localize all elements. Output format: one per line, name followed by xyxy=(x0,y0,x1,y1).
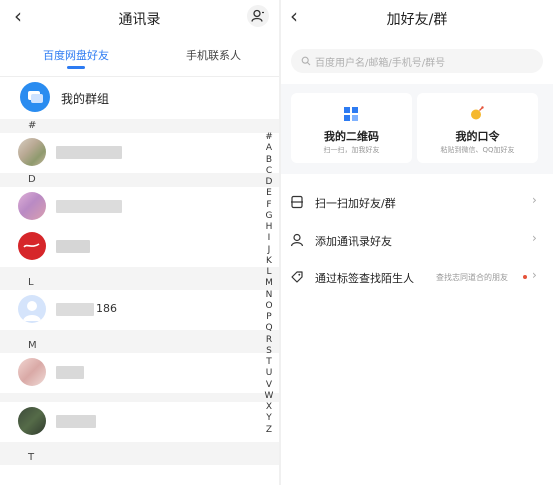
option-label: 通过标签查找陌生人 xyxy=(315,272,414,285)
section-header-hash: # xyxy=(0,119,279,133)
spacer xyxy=(0,393,279,402)
contact-name-redacted xyxy=(56,240,90,253)
contact-name-redacted xyxy=(56,146,122,159)
find-by-tag-row[interactable]: 通过标签查找陌生人 查找志同道合的朋友 › xyxy=(281,257,553,297)
option-label: 扫一扫加好友/群 xyxy=(315,197,396,210)
index-letter[interactable]: W xyxy=(262,391,276,402)
qr-code-icon xyxy=(344,107,358,121)
index-letter[interactable]: S xyxy=(262,346,276,357)
search-icon xyxy=(301,56,311,66)
index-letter[interactable]: N xyxy=(262,290,276,301)
contact-row[interactable] xyxy=(0,353,279,393)
search-input[interactable]: 百度用户名/邮箱/手机号/群号 xyxy=(291,49,543,73)
index-letter[interactable]: V xyxy=(262,380,276,391)
section-header-m: M xyxy=(0,339,279,353)
page-title: 加好友/群 xyxy=(386,12,448,28)
section-header-t: T xyxy=(0,451,279,465)
person-add-icon xyxy=(290,233,304,247)
tab-baidu-friends[interactable]: 百度网盘好友 xyxy=(43,47,109,63)
index-letter[interactable]: E xyxy=(262,188,276,199)
avatar xyxy=(18,232,46,260)
index-letter[interactable]: C xyxy=(262,166,276,177)
tab-phone-contacts[interactable]: 手机联系人 xyxy=(186,47,241,63)
index-letter[interactable]: K xyxy=(262,256,276,267)
alphabet-index[interactable]: # A B C D E F G H I J K L M N O P Q R S T U V W X Y Z xyxy=(262,132,276,436)
contact-row[interactable] xyxy=(0,133,279,173)
index-letter[interactable]: A xyxy=(262,143,276,154)
add-contacts-friend-row[interactable]: 添加通讯录好友 › xyxy=(281,220,553,260)
contact-row[interactable]: 186 xyxy=(0,290,279,330)
spacer xyxy=(0,442,279,451)
contact-row[interactable] xyxy=(0,402,279,442)
search-placeholder: 百度用户名/邮箱/手机号/群号 xyxy=(315,58,446,69)
page-title: 通讯录 xyxy=(118,12,161,28)
index-letter[interactable]: Y xyxy=(262,413,276,424)
bomb-icon xyxy=(471,106,484,120)
index-letter[interactable]: B xyxy=(262,155,276,166)
section-header-l: L xyxy=(0,276,279,290)
index-letter[interactable]: F xyxy=(262,200,276,211)
active-tab-indicator xyxy=(67,66,85,69)
avatar xyxy=(18,192,46,220)
index-letter[interactable]: M xyxy=(262,278,276,289)
index-letter[interactable]: X xyxy=(262,402,276,413)
index-letter[interactable]: D xyxy=(262,177,276,188)
contact-name-suffix: 186 xyxy=(96,302,117,315)
avatar xyxy=(18,138,46,166)
contacts-header: ‹ 通讯录 xyxy=(0,0,279,36)
contact-name-redacted xyxy=(56,415,96,428)
chevron-right-icon: › xyxy=(532,193,537,207)
card-subtitle: 扫一扫，加我好友 xyxy=(323,146,380,154)
section-header-d: D xyxy=(0,173,279,187)
index-letter[interactable]: Z xyxy=(262,425,276,436)
index-letter[interactable]: T xyxy=(262,357,276,368)
index-letter[interactable]: H xyxy=(262,222,276,233)
option-hint: 查找志同道合的朋友 xyxy=(436,273,508,282)
notification-dot xyxy=(523,275,527,279)
my-groups-row[interactable]: 我的群组 xyxy=(0,77,279,119)
spacer xyxy=(0,330,279,339)
index-letter[interactable]: U xyxy=(262,368,276,379)
index-letter[interactable]: J xyxy=(262,245,276,256)
my-groups-label: 我的群组 xyxy=(61,92,110,106)
contacts-tabs: 百度网盘好友 手机联系人 xyxy=(0,36,279,76)
index-letter[interactable]: I xyxy=(262,233,276,244)
chat-group-icon xyxy=(20,82,50,112)
add-friend-header: ‹ 加好友/群 xyxy=(281,0,553,36)
contact-name-redacted xyxy=(56,303,94,316)
index-letter[interactable]: G xyxy=(262,211,276,222)
add-friend-screen: ‹ 加好友/群 百度用户名/邮箱/手机号/群号 我的二维码 扫一扫，加我好友 我… xyxy=(281,0,553,485)
chevron-right-icon: › xyxy=(532,268,537,282)
contact-name-redacted xyxy=(56,200,122,213)
index-letter[interactable]: P xyxy=(262,312,276,323)
chevron-right-icon: › xyxy=(532,231,537,245)
card-subtitle: 粘贴到微信、QQ加好友 xyxy=(440,146,515,154)
scan-add-friend-row[interactable]: 扫一扫加好友/群 › xyxy=(281,182,553,222)
spacer xyxy=(0,267,279,276)
index-letter[interactable]: O xyxy=(262,301,276,312)
option-label: 添加通讯录好友 xyxy=(315,235,392,248)
scan-icon xyxy=(291,195,303,209)
tag-icon xyxy=(291,271,303,283)
person-icon xyxy=(251,9,264,22)
index-letter[interactable]: L xyxy=(262,267,276,278)
contact-name-redacted xyxy=(56,366,84,379)
avatar xyxy=(18,407,46,435)
my-qr-code-card[interactable]: 我的二维码 扫一扫，加我好友 xyxy=(291,93,412,163)
my-code-card[interactable]: 我的口令 粘贴到微信、QQ加好友 xyxy=(417,93,538,163)
index-letter[interactable]: # xyxy=(262,132,276,143)
card-title: 我的口令 xyxy=(455,130,500,143)
contact-row[interactable] xyxy=(0,187,279,227)
person-button[interactable] xyxy=(247,5,269,27)
index-letter[interactable]: Q xyxy=(262,323,276,334)
card-title: 我的二维码 xyxy=(324,130,379,143)
avatar xyxy=(18,295,46,323)
contact-row[interactable] xyxy=(0,227,279,267)
avatar xyxy=(18,358,46,386)
contacts-screen: ‹ 通讯录 百度网盘好友 手机联系人 我的群组 # D L 186 M T # … xyxy=(0,0,279,485)
index-letter[interactable]: R xyxy=(262,335,276,346)
